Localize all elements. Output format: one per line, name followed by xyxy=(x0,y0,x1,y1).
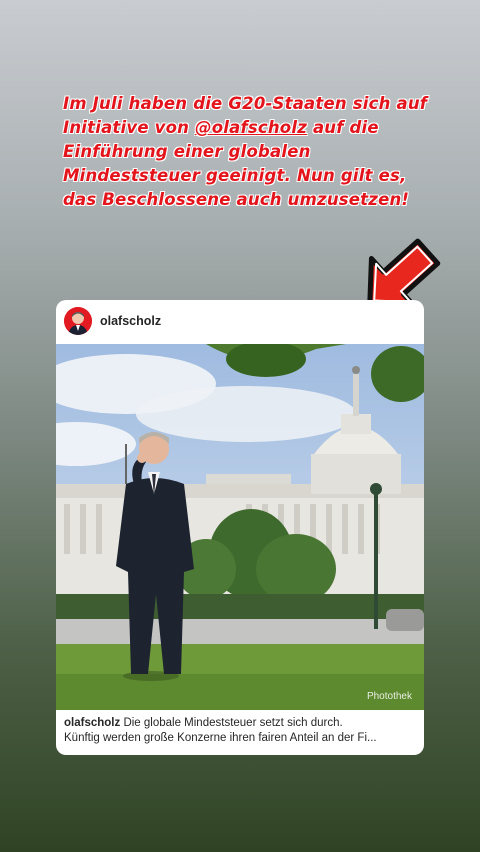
photo-credit: Photothek xyxy=(366,691,412,702)
post-caption[interactable]: olafscholz Die globale Mindeststeuer set… xyxy=(64,716,416,746)
instagram-post-card[interactable]: olafscholz Photothek olafscholz Die glob… xyxy=(56,300,424,755)
caption-line-2: Künftig werden große Konzerne ihren fair… xyxy=(64,732,377,744)
mention-link[interactable]: @olafscholz xyxy=(195,118,307,137)
profile-avatar-icon xyxy=(64,307,92,335)
caption-username[interactable]: olafscholz xyxy=(64,717,120,729)
capitol-photo-image xyxy=(56,344,424,710)
caption-text-1: Die globale Mindeststeuer setzt sich dur… xyxy=(123,717,343,729)
avatar[interactable] xyxy=(64,307,92,335)
caption-line-1: olafscholz Die globale Mindeststeuer set… xyxy=(64,716,416,731)
story-headline: Im Juli haben die G20-Staaten sich auf I… xyxy=(63,92,435,212)
post-username[interactable]: olafscholz xyxy=(100,314,161,328)
post-header: olafscholz xyxy=(56,300,424,342)
post-photo[interactable]: Photothek xyxy=(56,344,424,710)
